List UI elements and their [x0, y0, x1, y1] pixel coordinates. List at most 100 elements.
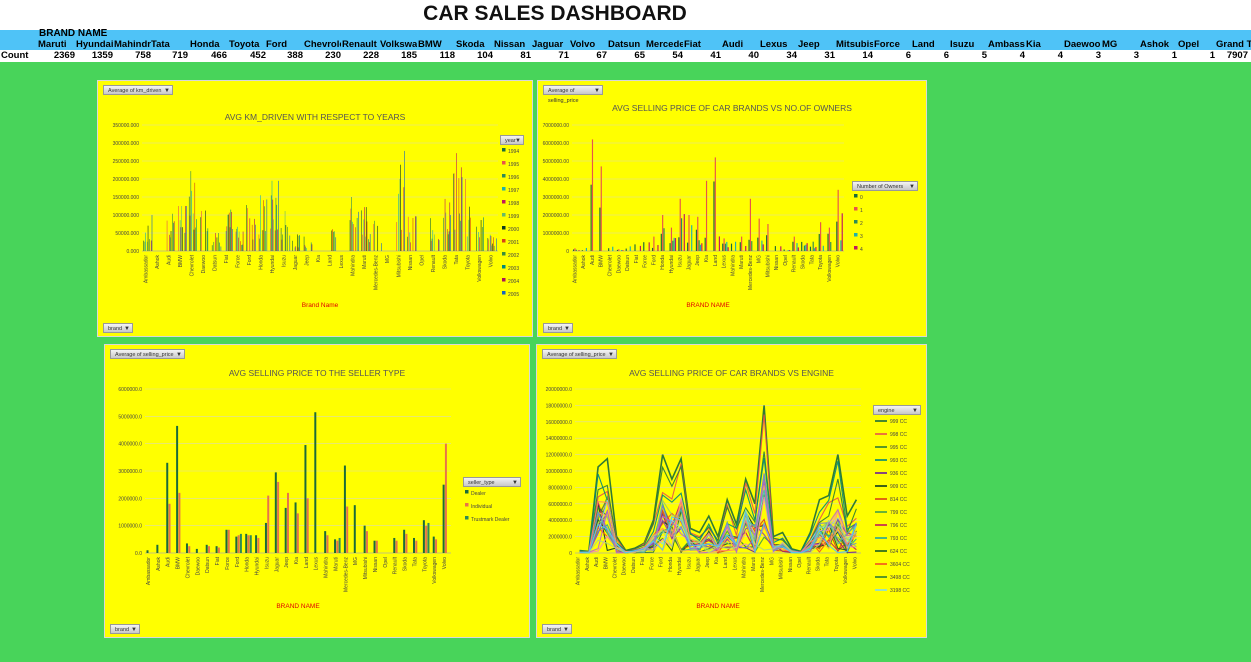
y-tick-label: 14000000.0 [546, 436, 573, 442]
legend-swatch [502, 213, 506, 217]
legend-entry: 2003 [508, 266, 519, 272]
pivot-header-cell: Honda [190, 39, 220, 50]
x-tick-label: Ambassador [144, 255, 150, 283]
bar [705, 180, 708, 251]
bar [299, 235, 301, 251]
legend-field-button[interactable]: seller_type ▼ [463, 477, 521, 487]
bar [405, 533, 408, 553]
bar [657, 245, 659, 251]
bar [305, 246, 306, 251]
bar [277, 229, 278, 251]
bar [303, 236, 305, 251]
bar [229, 227, 231, 251]
bar [840, 240, 842, 251]
bar [699, 244, 702, 251]
bar [296, 513, 299, 553]
bar [422, 520, 425, 553]
x-tick-label: Opel [419, 255, 425, 266]
pivot-field-label[interactable]: BRAND NAME [39, 28, 107, 39]
x-tick-label: Volvo [442, 557, 448, 569]
pivot-count-cell: 228 [363, 50, 379, 61]
x-tick-label: Skoda [442, 255, 448, 269]
bar [179, 220, 181, 251]
chart-km-driven-by-year[interactable]: Average of km_driven ▼ brand ▼ AVG KM_DRIVEN… [97, 80, 533, 337]
bar [216, 237, 218, 251]
bar [356, 217, 358, 251]
bar [352, 221, 353, 251]
pivot-header-cell: Fiat [684, 39, 701, 50]
pivot-count-cell: 14 [862, 50, 873, 61]
pivot-count-cell: 6 [943, 50, 949, 61]
legend-entry: 1996 [508, 175, 519, 181]
legend-entry: 1995 [508, 162, 519, 168]
x-tick-label: BMW [603, 557, 609, 570]
x-tick-label: Maruti [751, 557, 757, 571]
legend-swatch [502, 187, 506, 191]
x-tick-label: Fiat [224, 254, 230, 263]
pivot-header-cell: Mitsubishi [836, 39, 873, 50]
bar [683, 214, 685, 251]
x-tick-label: Volvo [852, 557, 858, 569]
bar [192, 213, 194, 251]
legend-entry: 1997 [508, 188, 519, 194]
legend-entry: 2001 [508, 240, 519, 246]
legend-entry: 1 [860, 208, 863, 214]
bar [285, 225, 287, 251]
bar [432, 536, 435, 553]
y-tick-label: 0 [566, 249, 569, 255]
bar [284, 507, 287, 553]
bar [625, 248, 627, 251]
bar [173, 221, 175, 251]
pivot-header-cell: Force [874, 39, 900, 50]
x-tick-label: MG [385, 255, 391, 263]
bar [151, 215, 153, 251]
chart-price-vs-seller-type[interactable]: Average of selling_price ▼ brand ▼ AVG SELLI… [104, 344, 530, 638]
legend-title: seller_type [468, 480, 495, 486]
pivot-count-cell: 7907 [1226, 50, 1248, 61]
x-tick-label: Chevrolet [607, 254, 613, 276]
x-tick-label: Toyota [465, 255, 471, 270]
bar [338, 537, 341, 553]
bar [351, 197, 352, 251]
bar [169, 237, 171, 251]
bar [264, 522, 267, 553]
x-tick-label: MG [757, 255, 763, 263]
legend-entry: 2002 [508, 253, 519, 259]
x-tick-label: Toyota [818, 255, 824, 270]
bar [377, 225, 379, 251]
bar [453, 173, 454, 251]
legend-field-button[interactable]: engine ▼ [873, 405, 921, 415]
pivot-header-cell: Mercedes-Benz [646, 39, 683, 50]
legend-entry: 0 [860, 195, 863, 201]
x-tick-label: Mercedes-Benz [760, 557, 766, 593]
bar [195, 227, 196, 251]
pivot-header-cell: Volkswagen [380, 39, 417, 50]
bar [172, 213, 173, 251]
bar [599, 207, 601, 251]
legend-swatch [854, 233, 858, 237]
x-tick-label: Mahindra [350, 255, 356, 276]
bar [228, 214, 229, 251]
x-tick-label: Chevrolet [190, 254, 196, 276]
chart-svg: 0.0 1000000.0 2000000.0 3000000.0 4000000.0 5… [118, 387, 509, 592]
pivot-header-cell: Ford [266, 39, 288, 50]
bar [252, 239, 254, 251]
bar [573, 249, 575, 251]
legend-field-button[interactable]: year ▼ [500, 135, 524, 145]
chart-price-vs-engine[interactable]: Average of selling_price ▼ brand ▼ AVG SELLI… [536, 344, 927, 638]
bar [620, 250, 623, 251]
bar [146, 241, 148, 251]
y-tick-label: 20000000.0 [546, 387, 573, 393]
legend-field-button[interactable]: Number of Owners ▼ [852, 181, 918, 191]
pivot-count-cell: 40 [748, 50, 759, 61]
x-tick-label: Opel [783, 255, 789, 266]
chart-price-vs-owners[interactable]: Average of selling_price ▼ brand ▼ AVG SELLI… [537, 80, 927, 337]
bar [447, 229, 448, 251]
x-tick-label: Mercedes-Benz [373, 255, 379, 291]
bar [701, 243, 703, 251]
bar [801, 241, 803, 251]
bar [399, 178, 401, 251]
bar [196, 219, 197, 251]
pivot-header-cell: Lexus [760, 39, 788, 50]
x-tick-label: Ford [659, 557, 665, 568]
